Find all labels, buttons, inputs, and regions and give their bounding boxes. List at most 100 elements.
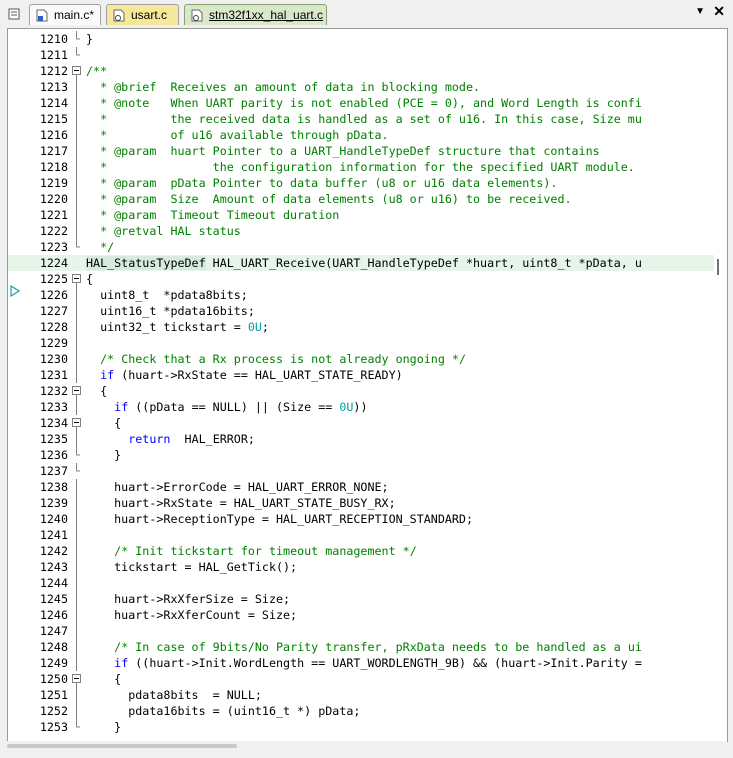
code-line[interactable]: 1234 { <box>8 415 714 431</box>
fold-line-marker <box>76 159 77 175</box>
code-line[interactable]: 1230 /* Check that a Rx process is not a… <box>8 351 714 367</box>
chevron-down-icon[interactable]: ▼ <box>695 6 705 17</box>
tab-main-c[interactable]: main.c* <box>29 4 101 25</box>
fold-collapse-icon[interactable] <box>72 383 81 399</box>
code-line[interactable]: 1237 <box>8 463 714 479</box>
file-list-icon[interactable] <box>8 8 20 20</box>
code-line[interactable]: 1252 pdata16bits = (uint16_t *) pData; <box>8 703 714 719</box>
code-token: uint8_t *pdata8bits; <box>86 288 248 302</box>
code-line[interactable]: 1233 if ((pData == NULL) || (Size == 0U)… <box>8 399 714 415</box>
scrollbar-thumb[interactable] <box>7 744 237 748</box>
line-number: 1227 <box>39 304 68 318</box>
tab-label: usart.c <box>131 8 168 22</box>
tab-usart-c[interactable]: usart.c <box>106 4 179 25</box>
code-line[interactable]: 1222 * @retval HAL status <box>8 223 714 239</box>
comment-token: * the received data is handled as a set … <box>86 112 642 126</box>
code-line[interactable]: 1251 pdata8bits = NULL; <box>8 687 714 703</box>
fold-line-marker <box>76 703 77 719</box>
fold-line-marker <box>76 591 77 607</box>
code-line[interactable]: 1227 uint16_t *pdata16bits; <box>8 303 714 319</box>
fold-line-marker <box>76 191 77 207</box>
code-token: { <box>86 384 108 398</box>
code-token: huart->ReceptionType = HAL_UART_RECEPTIO… <box>86 512 474 526</box>
code-line[interactable]: 1243 tickstart = HAL_GetTick(); <box>8 559 714 575</box>
code-line[interactable]: 1217 * @param huart Pointer to a UART_Ha… <box>8 143 714 159</box>
code-token: pdata16bits = (uint16_t *) pData; <box>86 704 361 718</box>
line-number: 1251 <box>39 688 68 702</box>
fold-collapse-icon[interactable] <box>72 271 81 287</box>
code-token: huart->RxXferSize = Size; <box>86 592 291 606</box>
code-line[interactable]: 1211 <box>8 47 714 63</box>
code-line[interactable]: 1223 */ <box>8 239 714 255</box>
code-line[interactable]: 1235 return HAL_ERROR; <box>8 431 714 447</box>
code-line[interactable]: 1225{ <box>8 271 714 287</box>
code-line[interactable]: 1246 huart->RxXferCount = Size; <box>8 607 714 623</box>
code-line[interactable]: 1248 /* In case of 9bits/No Parity trans… <box>8 639 714 655</box>
code-line[interactable]: 1224 HAL_StatusTypeDef HAL_UART_Receive(U… <box>8 255 714 271</box>
code-area[interactable]: 1210} 1211 1212/** 1213 * @brief Receives a… <box>8 29 714 741</box>
code-line[interactable]: 1219 * @param pData Pointer to data buff… <box>8 175 714 191</box>
code-text: * @retval HAL status <box>86 223 241 239</box>
tab-stm32f1xx-hal-uart-c[interactable]: stm32f1xx_hal_uart.c <box>184 4 327 25</box>
current-line-marker-icon <box>10 285 20 297</box>
code-token: HAL_ERROR; <box>170 432 255 446</box>
fold-line-marker <box>76 607 77 623</box>
code-line[interactable]: 1228 uint32_t tickstart = 0U; <box>8 319 714 335</box>
code-line[interactable]: 1231 if (huart->RxState == HAL_UART_STAT… <box>8 367 714 383</box>
code-line[interactable]: 1229 <box>8 335 714 351</box>
code-line[interactable]: 1210} <box>8 31 714 47</box>
vertical-scrollbar[interactable] <box>715 29 727 741</box>
close-icon[interactable]: ✕ <box>713 3 725 20</box>
code-line[interactable]: 1220 * @param Size Amount of data elemen… <box>8 191 714 207</box>
fold-line-marker <box>76 527 77 543</box>
horizontal-scrollbar[interactable] <box>7 741 727 753</box>
code-text: * @param Timeout Timeout duration <box>86 207 339 223</box>
code-line[interactable]: 1226 uint8_t *pdata8bits; <box>8 287 714 303</box>
code-text: huart->ErrorCode = HAL_UART_ERROR_NONE; <box>86 479 388 495</box>
line-number: 1234 <box>39 416 68 430</box>
fold-line-marker <box>76 127 77 143</box>
line-number: 1233 <box>39 400 68 414</box>
code-token: HAL_StatusTypeDef <box>86 256 206 270</box>
code-text: } <box>86 31 93 47</box>
fold-collapse-icon[interactable] <box>72 671 81 687</box>
code-token: )) <box>353 400 368 414</box>
line-number: 1248 <box>39 640 68 654</box>
fold-line-marker <box>76 95 77 111</box>
code-line[interactable]: 1247 <box>8 623 714 639</box>
code-line[interactable]: 1240 huart->ReceptionType = HAL_UART_REC… <box>8 511 714 527</box>
code-line[interactable]: 1238 huart->ErrorCode = HAL_UART_ERROR_N… <box>8 479 714 495</box>
code-line[interactable]: 1212 /** <box>8 63 714 79</box>
code-line[interactable]: 1236 } <box>8 447 714 463</box>
code-text: huart->RxXferCount = Size; <box>86 607 297 623</box>
code-text: uint32_t tickstart = 0U; <box>86 319 269 335</box>
code-line[interactable]: 1214 * @note When UART parity is not ena… <box>8 95 714 111</box>
code-line[interactable]: 1215 * the received data is handled as a… <box>8 111 714 127</box>
scrollbar-thumb[interactable] <box>716 257 726 277</box>
fold-line-marker <box>76 223 77 239</box>
fold-collapse-icon[interactable] <box>72 63 81 79</box>
code-line[interactable]: 1250 { <box>8 671 714 687</box>
code-line[interactable]: 1241 <box>8 527 714 543</box>
code-line[interactable]: 1232 { <box>8 383 714 399</box>
code-line[interactable]: 1221 * @param Timeout Timeout duration <box>8 207 714 223</box>
code-line[interactable]: 1218 * the configuration information for… <box>8 159 714 175</box>
line-number: 1249 <box>39 656 68 670</box>
code-line[interactable]: 1244 <box>8 575 714 591</box>
comment-token: * @retval HAL status <box>86 224 241 238</box>
code-line[interactable]: 1216 * of u16 available through pData. <box>8 127 714 143</box>
fold-collapse-icon[interactable] <box>72 415 81 431</box>
line-number: 1245 <box>39 592 68 606</box>
line-number: 1218 <box>39 160 68 174</box>
code-editor[interactable]: 1210} 1211 1212/** 1213 * @brief Receives a… <box>7 28 728 742</box>
code-line[interactable]: 1245 huart->RxXferSize = Size; <box>8 591 714 607</box>
code-line[interactable]: 1239 huart->RxState = HAL_UART_STATE_BUS… <box>8 495 714 511</box>
code-line[interactable]: 1242 /* Init tickstart for timeout manag… <box>8 543 714 559</box>
code-line[interactable]: 1249 if ((huart->Init.WordLength == UART… <box>8 655 714 671</box>
code-line[interactable]: 1253 } <box>8 719 714 735</box>
code-line[interactable]: 1213 * @brief Receives an amount of data… <box>8 79 714 95</box>
